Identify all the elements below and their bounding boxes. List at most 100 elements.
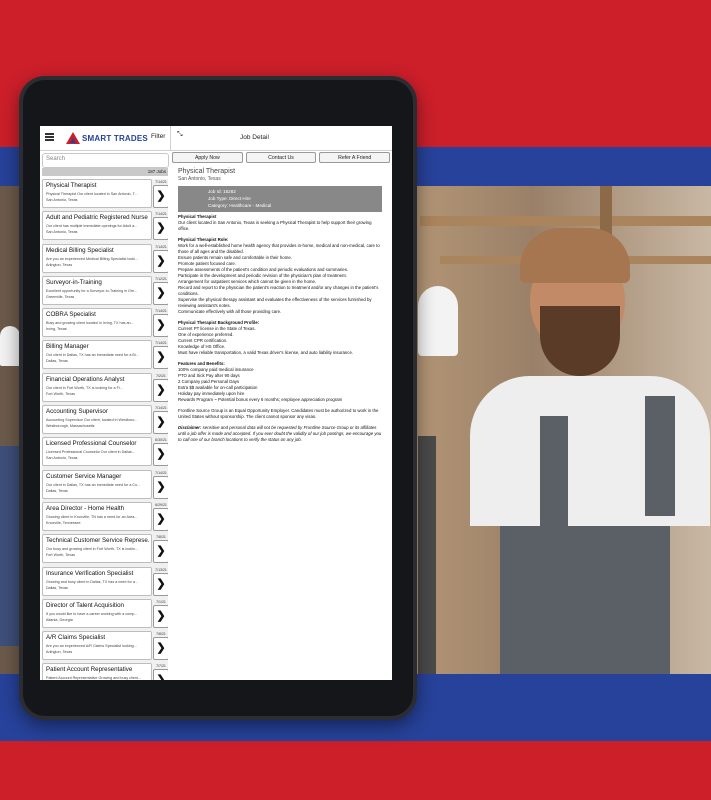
job-title: Adult and Pediatric Registered Nurse — [46, 214, 148, 222]
job-list-item[interactable]: Adult and Pediatric Registered Nurse Our … — [42, 211, 168, 241]
profile-list: Current PT license in the State of Texas… — [178, 326, 384, 356]
chevron-right-icon[interactable]: ❯ — [153, 637, 168, 661]
job-date: 7/13/21 — [155, 567, 167, 572]
chevron-right-icon[interactable]: ❯ — [153, 281, 168, 305]
chevron-right-icon[interactable]: ❯ — [153, 217, 168, 241]
chevron-right-icon[interactable]: ❯ — [153, 249, 168, 273]
job-list-item[interactable]: COBRA Specialist Busy and growing client … — [42, 308, 168, 338]
job-location: Dallas, Texas — [46, 585, 68, 590]
job-location: Dallas, Texas — [46, 359, 68, 364]
job-snippet: Accounting Supervisor Our client, locate… — [46, 418, 138, 423]
chevron-right-icon[interactable]: ❯ — [153, 507, 168, 531]
job-location: Fort Worth, Texas — [46, 391, 75, 396]
search-input[interactable]: Search — [42, 153, 169, 168]
chevron-right-icon[interactable]: ❯ — [153, 443, 168, 467]
contact-us-button[interactable]: Contact Us — [245, 152, 317, 163]
job-date: 7/14/21 — [155, 470, 167, 475]
chevron-right-icon[interactable]: ❯ — [153, 669, 168, 680]
detail-job-title: Physical Therapist — [178, 168, 236, 175]
job-location: San Antonio, Texas — [46, 198, 78, 202]
job-snippet: Our client has multiple immediate openin… — [46, 224, 138, 229]
job-list-item[interactable]: Customer Service Manager Our client in Da… — [42, 469, 168, 499]
menu-icon[interactable] — [45, 133, 54, 141]
job-title: Medical Billing Specialist — [46, 246, 114, 254]
job-date: 7/14/21 — [155, 341, 167, 346]
chevron-right-icon[interactable]: ❯ — [153, 314, 168, 338]
job-location: San Antonio, Texas — [46, 230, 78, 235]
job-title: Surveyor-in-Training — [46, 278, 102, 286]
job-count-bar: 187 Jobs — [42, 168, 168, 176]
detail-job-location: San Antonio, Texas — [178, 176, 221, 182]
job-date: 7/14/21 — [155, 244, 167, 249]
job-list-item[interactable]: Accounting Supervisor Accounting Supervis… — [42, 405, 168, 435]
job-list-item[interactable]: Technical Customer Service Represe... Our… — [42, 534, 168, 564]
job-date: 7/8/21 — [156, 632, 166, 637]
job-title: Billing Manager — [46, 343, 89, 351]
benefits-list: 100% company paid medical insurance PTO a… — [178, 367, 384, 403]
job-title: Area Director - Home Health — [46, 504, 125, 512]
job-snippet: Growing client in Knoxville, TN has a ne… — [46, 514, 138, 519]
job-title: Physical Therapist — [46, 182, 97, 189]
chevron-right-icon[interactable]: ❯ — [153, 540, 168, 564]
job-category: Category: Healthcare - Medical — [208, 203, 272, 208]
job-snippet: Our client in Fort Worth, TX is looking … — [46, 385, 123, 390]
job-title: Licensed Professional Counselor — [46, 440, 137, 448]
detail-body: Physical Therapist Our client located in… — [178, 214, 384, 443]
job-snippet: Are you an experienced Medical Billing S… — [46, 256, 139, 261]
disclaimer-label: Disclaimer: — [178, 425, 202, 430]
job-date: 7/14/21 — [155, 406, 167, 411]
job-list-item[interactable]: Director of Talent Acquisition If you wou… — [42, 598, 168, 628]
detail-header-title: Job Detail — [240, 134, 269, 141]
job-list-item[interactable]: Surveyor-in-Training Excellent opportunit… — [42, 275, 168, 305]
filter-button[interactable]: Filter — [151, 133, 165, 140]
job-list-item[interactable]: Patient Account Representative Patient Ac… — [42, 663, 168, 680]
job-location: San Antonio, Texas — [46, 456, 78, 461]
job-snippet: Our busy and growing client in Fort Wort… — [46, 547, 139, 552]
chevron-right-icon[interactable]: ❯ — [153, 475, 168, 499]
apply-now-button[interactable]: Apply Now — [172, 152, 243, 163]
disclaimer: Disclaimer: sensitive and personal data … — [178, 425, 384, 443]
job-snippet: Excellent opportunity for a Surveyor-In-… — [46, 288, 138, 293]
job-title: Insurance Verification Specialist — [46, 569, 134, 577]
expand-icon[interactable]: ⤡ — [177, 131, 183, 139]
eeo-statement: Frontline Source Group is an Equal Oppor… — [178, 408, 379, 419]
action-buttons: Apply Now Contact Us Refer A Friend — [172, 152, 391, 163]
job-snippet: Physical Therapist Our client located in… — [46, 192, 138, 196]
job-list-item[interactable]: Physical Therapist Physical Therapist Our… — [42, 179, 168, 208]
app-screen: SMART TRADES Filter ⤡ Job Detail Search … — [40, 126, 392, 680]
job-date: 7/14/21 — [155, 180, 167, 184]
job-id: Job Id: 16282 — [208, 189, 236, 194]
chevron-right-icon[interactable]: ❯ — [153, 604, 168, 628]
job-date: 7/2/21 — [156, 373, 166, 378]
job-location: Greenville, Texas — [46, 294, 75, 299]
job-snippet: Our client in Dallas, TX has an immediat… — [46, 353, 139, 358]
background-band-bottom — [0, 741, 711, 800]
job-snippet: Busy and growing client located in Irvin… — [46, 321, 134, 326]
job-detail-panel: Physical Therapist San Antonio, Texas Jo… — [172, 166, 390, 676]
chevron-right-icon[interactable]: ❯ — [153, 411, 168, 435]
chevron-right-icon[interactable]: ❯ — [153, 346, 168, 370]
job-list-item[interactable]: Billing Manager Our client in Dallas, TX … — [42, 340, 168, 370]
job-snippet: Growing and busy client in Dallas, TX ha… — [46, 579, 138, 584]
job-list-item[interactable]: Insurance Verification Specialist Growing… — [42, 566, 168, 596]
job-snippet: Are you an experienced A/R Claims Specia… — [46, 644, 137, 649]
chevron-right-icon[interactable]: ❯ — [153, 378, 168, 402]
job-title: Accounting Supervisor — [46, 408, 108, 416]
job-list-item[interactable]: Medical Billing Specialist Are you an exp… — [42, 243, 168, 273]
chevron-right-icon[interactable]: ❯ — [153, 572, 168, 596]
detail-line: Work for a well-established home health … — [178, 243, 380, 254]
job-list-item[interactable]: Financial Operations Analyst Our client i… — [42, 372, 168, 402]
disclaimer-text: sensitive and personal data will not be … — [178, 425, 382, 442]
job-count: 187 Jobs — [147, 169, 166, 174]
job-list-item[interactable]: Area Director - Home Health Growing clien… — [42, 501, 168, 531]
job-list[interactable]: Physical Therapist Physical Therapist Our… — [42, 179, 168, 680]
logo-icon — [66, 132, 80, 144]
chevron-right-icon[interactable]: ❯ — [153, 185, 168, 208]
job-date: 7/14/21 — [155, 212, 167, 217]
job-snippet: If you would like to have a career worki… — [46, 611, 138, 616]
job-list-item[interactable]: Licensed Professional Counselor Licensed … — [42, 437, 168, 467]
job-list-item[interactable]: A/R Claims Specialist Are you an experien… — [42, 631, 168, 661]
refer-friend-button[interactable]: Refer A Friend — [319, 152, 391, 163]
job-title: Patient Account Representative — [46, 666, 133, 674]
job-date: 7/8/21 — [156, 535, 166, 540]
